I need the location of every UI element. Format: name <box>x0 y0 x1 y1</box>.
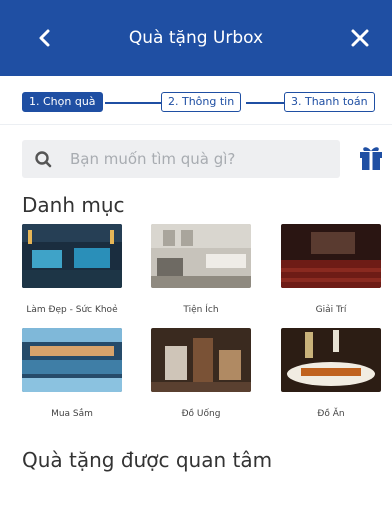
category-image <box>22 224 122 288</box>
category-label: Giải Trí <box>315 305 347 315</box>
category-image <box>151 224 251 288</box>
search-icon <box>35 151 52 168</box>
category-label: Đồ Ăn <box>317 409 345 419</box>
page-title: Quà tặng Urbox <box>128 28 264 48</box>
step-choose-gift[interactable]: 1. Chọn quà <box>22 92 103 112</box>
category-food[interactable]: Đồ Ăn <box>281 328 381 419</box>
category-image <box>281 224 381 288</box>
category-shopping[interactable]: Mua Sắm <box>22 328 122 419</box>
interested-gifts-heading: Quà tặng được quan tâm <box>22 448 273 472</box>
step-payment[interactable]: 3. Thanh toán <box>284 92 375 112</box>
step-connector <box>246 102 284 104</box>
category-drinks[interactable]: Đồ Uống <box>151 328 251 419</box>
back-icon <box>39 29 50 47</box>
category-entertainment[interactable]: Giải Trí <box>281 224 381 315</box>
gift-icon[interactable] <box>358 144 384 172</box>
close-button[interactable] <box>346 24 374 52</box>
checkout-stepper: 1. Chọn quà 2. Thông tin 3. Thanh toán <box>0 76 392 125</box>
category-image <box>22 328 122 392</box>
step-info[interactable]: 2. Thông tin <box>161 92 242 112</box>
back-button[interactable] <box>32 24 56 52</box>
category-label: Tiện Ích <box>183 305 219 315</box>
close-icon <box>351 29 369 47</box>
category-label: Làm Đẹp - Sức Khoẻ <box>26 305 118 315</box>
category-beauty-health[interactable]: Làm Đẹp - Sức Khoẻ <box>22 224 122 315</box>
step-connector <box>105 102 161 104</box>
category-utilities[interactable]: Tiện Ích <box>151 224 251 315</box>
categories-heading: Danh mục <box>22 193 125 217</box>
category-image <box>151 328 251 392</box>
header-bar: Quà tặng Urbox <box>0 0 392 76</box>
search-input[interactable]: Bạn muốn tìm quà gì? <box>22 140 340 178</box>
category-label: Mua Sắm <box>51 409 93 419</box>
search-placeholder: Bạn muốn tìm quà gì? <box>70 150 236 168</box>
category-label: Đồ Uống <box>181 409 221 419</box>
category-image <box>281 328 381 392</box>
